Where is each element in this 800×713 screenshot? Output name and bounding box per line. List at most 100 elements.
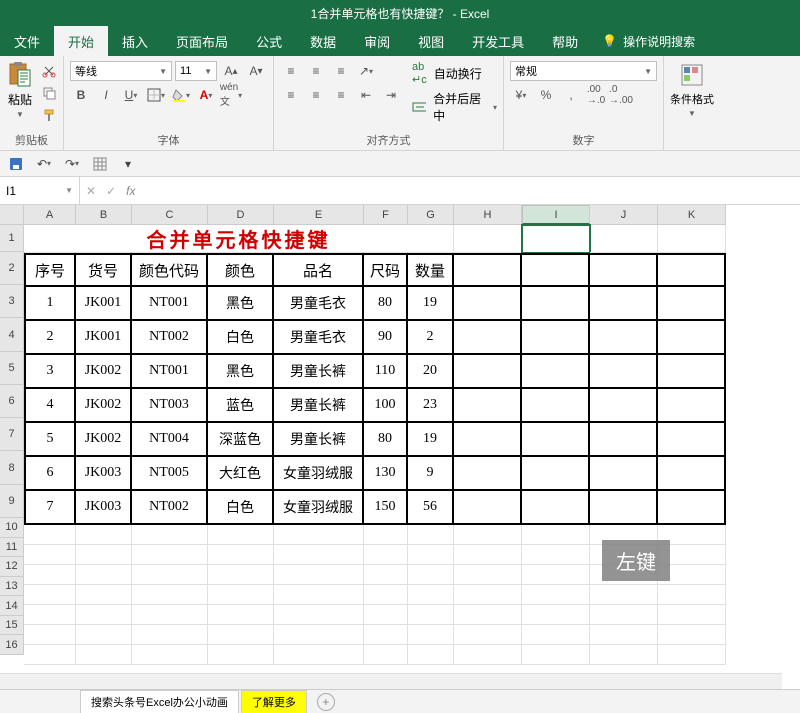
cell[interactable] [408,645,454,665]
cell[interactable]: 2 [24,321,76,355]
decrease-decimal-button[interactable]: .0→.00 [610,85,632,105]
cell[interactable] [590,585,658,605]
cell[interactable] [208,605,274,625]
cell[interactable]: 150 [364,491,408,525]
cell[interactable] [132,525,208,545]
row-header[interactable]: 9 [0,485,24,518]
cell[interactable]: 尺码 [364,253,408,287]
increase-font-button[interactable]: A▴ [220,61,242,81]
align-bottom-button[interactable]: ≡ [330,61,352,81]
cell[interactable] [132,545,208,565]
cell[interactable]: 6 [24,457,76,491]
row-header[interactable]: 16 [0,635,24,655]
indent-decrease-button[interactable]: ⇤ [355,85,377,105]
cell[interactable] [658,491,726,525]
cell[interactable]: 19 [408,423,454,457]
menu-tab-8[interactable]: 开发工具 [458,26,538,56]
col-header[interactable]: D [208,205,274,225]
cell[interactable]: 男童长裤 [274,355,364,389]
cell[interactable]: JK002 [76,423,132,457]
cell[interactable] [208,525,274,545]
copy-button[interactable] [38,83,60,103]
horizontal-scrollbar[interactable] [0,673,782,689]
cell[interactable]: 56 [408,491,454,525]
cell[interactable] [364,525,408,545]
row-header[interactable]: 11 [0,538,24,558]
cell[interactable]: 合并单元格快捷键 [24,225,454,253]
cell[interactable] [522,545,590,565]
font-size-select[interactable]: 11▼ [175,61,217,81]
row-header[interactable]: 10 [0,518,24,538]
decrease-font-button[interactable]: A▾ [245,61,267,81]
add-sheet-button[interactable]: + [317,693,335,711]
cell[interactable] [408,585,454,605]
cell[interactable] [274,625,364,645]
cell[interactable]: 深蓝色 [208,423,274,457]
cell[interactable]: 黑色 [208,287,274,321]
cell[interactable] [454,389,522,423]
row-header[interactable]: 5 [0,352,24,385]
cell[interactable] [590,225,658,253]
cell[interactable] [132,645,208,665]
cell[interactable] [76,625,132,645]
wrap-text-button[interactable]: ab↵c自动换行 [412,61,497,86]
cell[interactable] [454,545,522,565]
cell[interactable]: 7 [24,491,76,525]
cell[interactable] [522,355,590,389]
cell[interactable] [208,645,274,665]
cell[interactable] [24,525,76,545]
cell[interactable]: 女童羽绒服 [274,491,364,525]
menu-tab-0[interactable]: 文件 [0,26,54,56]
phonetic-button[interactable]: wén文▾ [220,85,242,105]
percent-format-button[interactable]: % [535,85,557,105]
cell[interactable] [76,585,132,605]
row-header[interactable]: 2 [0,252,24,285]
row-header[interactable]: 8 [0,451,24,484]
border-button[interactable]: ▾ [145,85,167,105]
cell[interactable] [454,321,522,355]
cell[interactable] [76,525,132,545]
cell[interactable] [408,605,454,625]
cell[interactable] [658,605,726,625]
fx-button[interactable]: fx [126,184,135,198]
cell[interactable]: 80 [364,423,408,457]
cell[interactable] [658,645,726,665]
row-header[interactable]: 15 [0,616,24,636]
cell[interactable]: NT004 [132,423,208,457]
cell[interactable] [658,389,726,423]
cell[interactable]: 80 [364,287,408,321]
save-button[interactable] [6,154,26,174]
fill-color-button[interactable]: ▾ [170,85,192,105]
col-header[interactable]: E [274,205,364,225]
redo-button[interactable]: ↷▾ [62,154,82,174]
align-left-button[interactable]: ≡ [280,85,302,105]
cell[interactable]: 货号 [76,253,132,287]
cell[interactable] [590,287,658,321]
cell[interactable]: 序号 [24,253,76,287]
accounting-format-button[interactable]: ¥▾ [510,85,532,105]
cell[interactable] [408,525,454,545]
sheet-tab[interactable]: 了解更多 [241,690,307,713]
cell[interactable] [658,321,726,355]
spreadsheet-grid[interactable]: 12345678910111213141516 ABCDEFGHIJK 合并单元… [0,205,800,655]
cell[interactable]: 9 [408,457,454,491]
cell[interactable] [454,225,522,253]
cell[interactable] [76,605,132,625]
cell[interactable] [522,287,590,321]
cell[interactable] [132,565,208,585]
cell[interactable] [590,625,658,645]
cell[interactable] [24,565,76,585]
col-header[interactable]: B [76,205,132,225]
font-name-select[interactable]: 等线▼ [70,61,172,81]
cell[interactable] [522,525,590,545]
cell[interactable] [24,545,76,565]
cell[interactable] [454,287,522,321]
row-header[interactable]: 1 [0,225,24,252]
cell[interactable]: NT003 [132,389,208,423]
qa-grid-button[interactable] [90,154,110,174]
cell[interactable] [454,585,522,605]
cell[interactable]: JK003 [76,491,132,525]
cell[interactable] [522,585,590,605]
cell[interactable] [76,565,132,585]
cancel-edit-button[interactable]: ✕ [86,184,96,198]
